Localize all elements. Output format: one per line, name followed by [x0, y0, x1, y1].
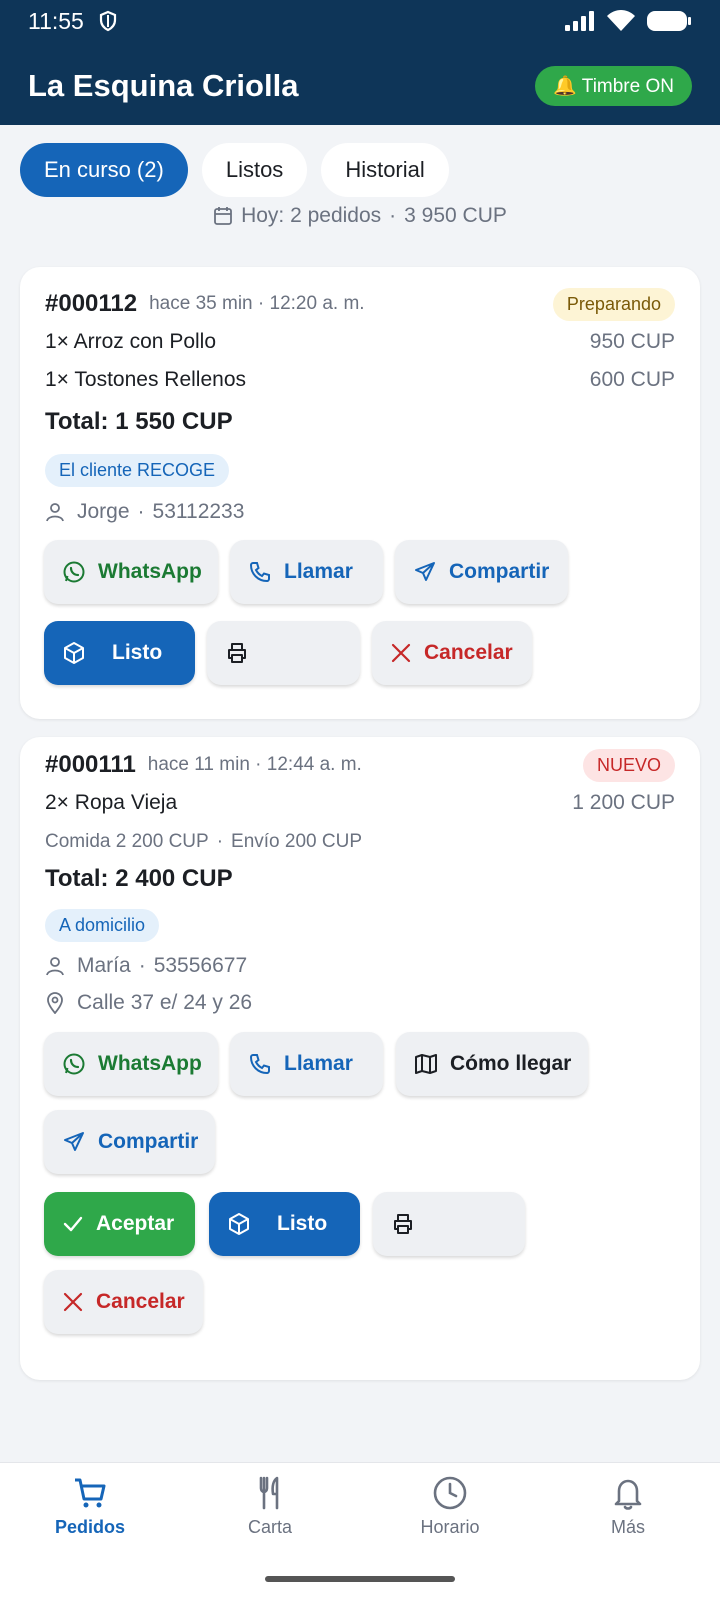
person-icon — [46, 957, 64, 976]
shield-icon — [99, 10, 116, 32]
order-item-name: 2× Ropa Vieja — [45, 791, 178, 814]
order-item-name: 1× Tostones Rellenos — [45, 368, 246, 391]
location-pin-icon — [47, 992, 63, 1014]
nav-menu[interactable]: Carta — [200, 1475, 340, 1538]
signal-icon — [565, 11, 594, 31]
nav-more[interactable]: Más — [558, 1475, 698, 1538]
clock-icon — [433, 1476, 467, 1510]
top-header: 11:55 La Esquina Criolla 🔔 Timbre ON — [0, 0, 720, 125]
send-icon — [415, 562, 435, 581]
accept-button[interactable]: Aceptar — [44, 1192, 195, 1256]
food-subtotal: Comida 2 200 CUP — [45, 831, 209, 852]
daily-summary: Hoy: 2 pedidos · 3 950 CUP — [0, 204, 720, 228]
directions-button[interactable]: Cómo llegar — [396, 1032, 588, 1096]
order-id: #000112 — [45, 290, 138, 317]
home-indicator — [265, 1576, 455, 1582]
shopping-cart-icon — [75, 1478, 106, 1508]
customer-phone: 53112233 — [152, 500, 245, 523]
order-total: Total: 2 400 CUP — [45, 865, 233, 892]
summary-label: Hoy: 2 pedidos — [241, 204, 382, 227]
order-time: hace 35 min · 12:20 a. m. — [149, 293, 365, 314]
call-button[interactable]: Llamar — [230, 1032, 383, 1096]
customer-name: Jorge — [77, 500, 130, 523]
print-button[interactable] — [373, 1192, 525, 1256]
order-item-price: 600 CUP — [589, 368, 675, 391]
map-icon — [415, 1054, 437, 1074]
order-total: Total: 1 550 CUP — [45, 408, 233, 435]
nav-schedule[interactable]: Horario — [380, 1475, 520, 1538]
call-button[interactable]: Llamar — [230, 540, 383, 604]
tab-ready[interactable]: Listos — [201, 143, 308, 197]
nav-orders[interactable]: Pedidos — [20, 1475, 160, 1538]
whatsapp-icon — [63, 561, 85, 583]
order-item-price: 950 CUP — [589, 330, 675, 353]
delivery-type-chip: El cliente RECOGE — [45, 453, 230, 487]
order-id: #000111 — [45, 751, 136, 778]
status-badge: Preparando — [552, 287, 675, 321]
mark-ready-button[interactable]: Listo — [209, 1192, 360, 1256]
order-item-price: 1 200 CUP — [572, 791, 675, 814]
bell-toggle-button[interactable]: 🔔 Timbre ON — [535, 66, 692, 106]
customer-name: María — [77, 954, 131, 977]
fork-knife-icon — [259, 1476, 279, 1510]
status-time: 11:55 — [28, 7, 84, 34]
battery-icon — [647, 11, 691, 31]
wifi-icon — [607, 10, 635, 31]
print-button[interactable] — [207, 621, 360, 685]
box-icon — [229, 1213, 249, 1235]
mark-ready-button[interactable]: Listo — [44, 621, 195, 685]
summary-amount: 3 950 CUP — [404, 204, 507, 227]
whatsapp-icon — [63, 1053, 85, 1075]
shipping-cost: Envío 200 CUP — [231, 831, 362, 852]
phone-icon — [249, 562, 270, 583]
printer-icon — [228, 643, 246, 663]
send-icon — [64, 1132, 84, 1151]
printer-icon — [394, 1214, 412, 1234]
order-tabs: En curso (2) Listos Historial — [20, 143, 449, 197]
share-button[interactable]: Compartir — [395, 540, 568, 604]
box-icon — [64, 642, 84, 664]
order-card: #000112 hace 35 min · 12:20 a. m. Prepar… — [20, 267, 700, 719]
status-badge: NUEVO — [582, 748, 675, 782]
order-item-name: 1× Arroz con Pollo — [45, 330, 217, 353]
app-bar: La Esquina Criolla 🔔 Timbre ON — [0, 58, 720, 114]
tab-history[interactable]: Historial — [321, 143, 449, 197]
checkmark-icon — [63, 1216, 83, 1232]
calendar-icon — [214, 207, 232, 225]
close-icon — [63, 1292, 83, 1312]
tab-in-progress[interactable]: En curso (2) — [20, 143, 188, 197]
share-button[interactable]: Compartir — [44, 1110, 215, 1174]
close-icon — [391, 643, 411, 663]
delivery-type-chip: A domicilio — [45, 908, 160, 942]
whatsapp-button[interactable]: WhatsApp — [44, 1032, 218, 1096]
order-card: #000111 hace 11 min · 12:44 a. m. NUEVO … — [20, 737, 700, 1380]
cancel-button[interactable]: Cancelar — [372, 621, 532, 685]
customer-address: Calle 37 e/ 24 y 26 — [77, 991, 253, 1014]
phone-icon — [249, 1054, 270, 1075]
order-time: hace 11 min · 12:44 a. m. — [147, 754, 362, 775]
whatsapp-button[interactable]: WhatsApp — [44, 540, 218, 604]
person-icon — [46, 503, 64, 522]
cancel-button[interactable]: Cancelar — [44, 1270, 203, 1334]
customer-phone: 53556677 — [153, 954, 248, 977]
status-bar: 11:55 — [0, 0, 720, 42]
bell-icon — [614, 1479, 642, 1510]
app-title: La Esquina Criolla — [28, 68, 299, 103]
